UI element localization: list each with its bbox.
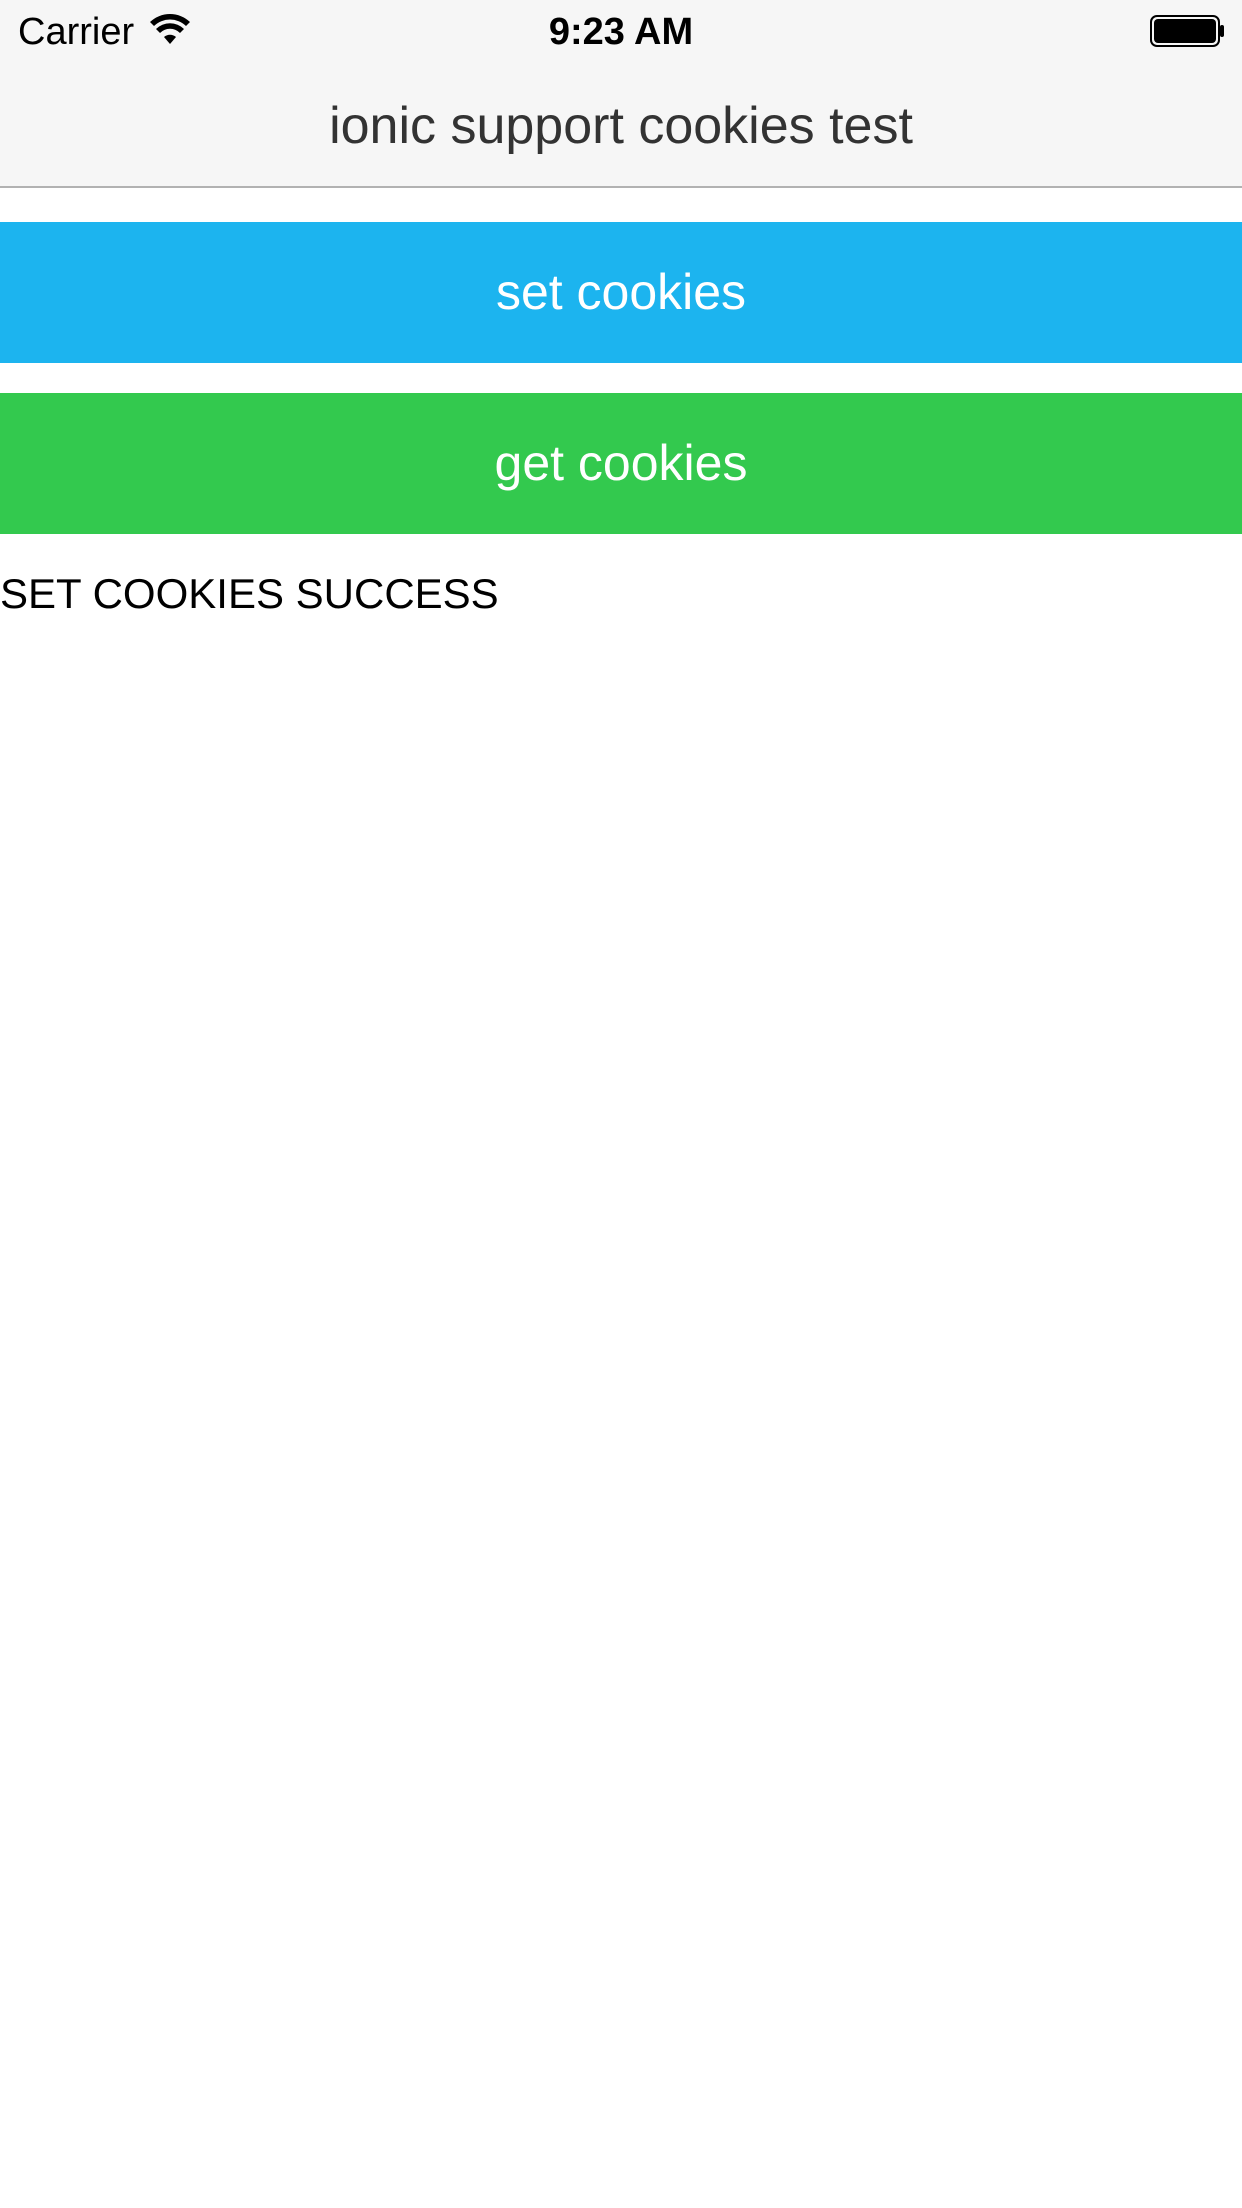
nav-bar: ionic support cookies test <box>0 62 1242 188</box>
result-message: SET COOKIES SUCCESS <box>0 570 499 617</box>
get-cookies-button[interactable]: get cookies <box>0 393 1242 534</box>
status-bar: Carrier 9:23 AM <box>0 0 1242 62</box>
page-title: ionic support cookies test <box>329 97 913 155</box>
clock: 9:23 AM <box>548 11 694 53</box>
set-cookies-button[interactable]: set cookies <box>0 222 1242 363</box>
battery-icon <box>1150 15 1224 47</box>
